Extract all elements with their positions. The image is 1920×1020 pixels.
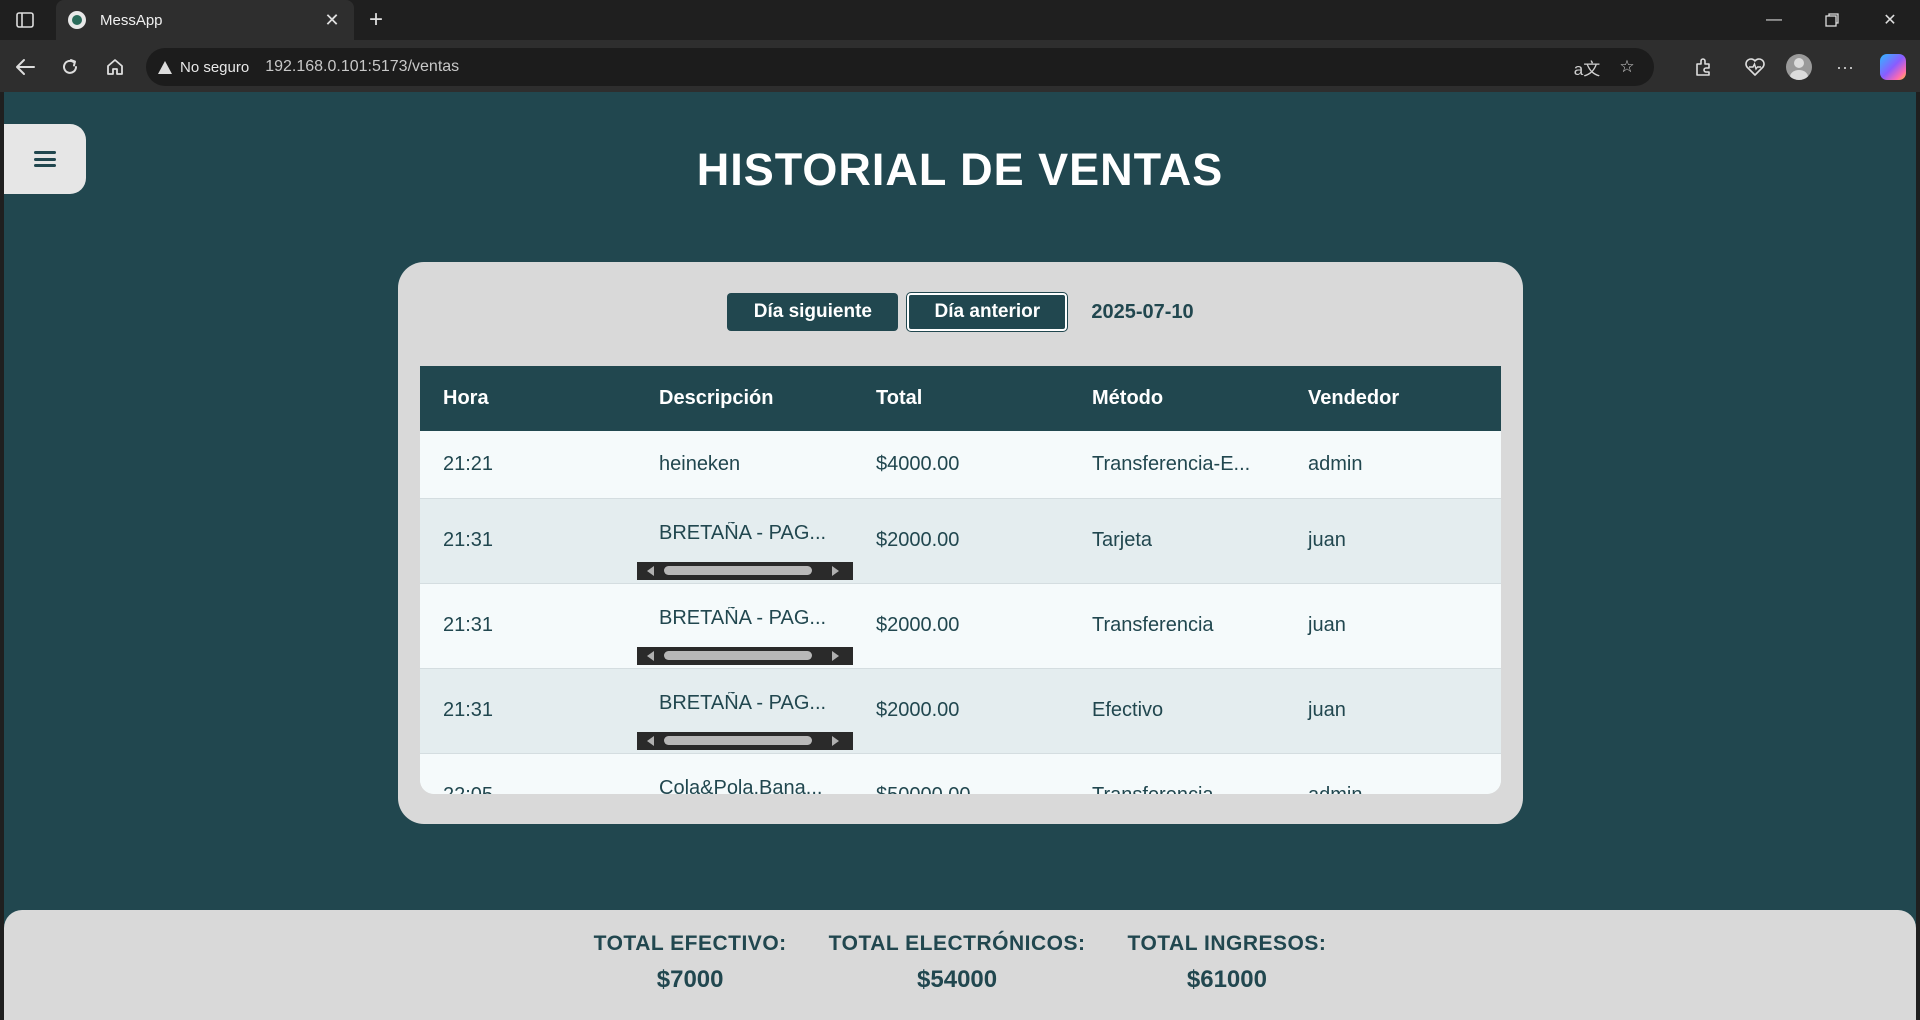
home-icon[interactable] — [98, 50, 132, 84]
column-header-hora: Hora — [420, 366, 636, 431]
table-row: 21:31 BRETAÑA - PAG... $2000.00 Efectivo… — [420, 668, 1501, 754]
tab-actions-icon[interactable] — [10, 8, 40, 32]
browser-tab-bar: MessApp ✕ + — ✕ — [0, 0, 1920, 40]
description-scrollbar[interactable] — [637, 646, 853, 665]
cell-descripcion: heineken — [636, 431, 853, 499]
cell-metodo: Transferencia — [1069, 753, 1285, 794]
total-electronicos-label: TOTAL ELECTRÓNICOS: — [828, 932, 1086, 955]
cell-hora: 22:05 — [420, 753, 636, 794]
cell-total: $50000.00 — [853, 753, 1069, 794]
cell-total: $2000.00 — [853, 668, 1069, 754]
scroll-left-arrow-icon[interactable] — [647, 565, 654, 576]
url-text: 192.168.0.101:5173/ventas — [265, 58, 460, 75]
sales-table-container[interactable]: Hora Descripción Total Método Vendedor 2… — [420, 366, 1501, 794]
description-text: BRETAÑA - PAG... — [659, 522, 827, 544]
cell-hora: 21:31 — [420, 498, 636, 584]
translate-icon[interactable]: a文 — [1572, 52, 1602, 82]
copilot-icon[interactable] — [1876, 50, 1910, 84]
totals-summary: TOTAL EFECTIVO: $7000 TOTAL ELECTRÓNICOS… — [4, 932, 1916, 994]
column-header-metodo: Método — [1069, 366, 1285, 431]
browser-tab[interactable]: MessApp ✕ — [56, 0, 354, 40]
next-day-button[interactable]: Día siguiente — [727, 293, 899, 331]
description-text: BRETAÑA - PAG... — [659, 692, 827, 714]
sales-table: Hora Descripción Total Método Vendedor 2… — [420, 366, 1501, 794]
current-date: 2025-07-10 — [1091, 300, 1194, 323]
scroll-right-arrow-icon[interactable] — [832, 565, 839, 576]
cell-hora: 21:31 — [420, 668, 636, 754]
back-icon[interactable] — [8, 50, 42, 84]
table-row: 21:21 heineken $4000.00 Transferencia-E.… — [420, 431, 1501, 499]
total-efectivo-label: TOTAL EFECTIVO: — [593, 932, 787, 955]
cell-hora: 21:21 — [420, 431, 636, 499]
sales-card: Día siguiente Día anterior 2025-07-10 Ho… — [398, 262, 1523, 824]
tab-favicon-icon — [68, 11, 86, 29]
totals-footer: TOTAL EFECTIVO: $7000 TOTAL ELECTRÓNICOS… — [4, 910, 1916, 1020]
column-header-descripcion: Descripción — [636, 366, 853, 431]
table-row: 21:31 BRETAÑA - PAG... $2000.00 Transfer… — [420, 583, 1501, 669]
total-electronicos-value: $54000 — [917, 966, 998, 993]
scroll-thumb[interactable] — [664, 736, 812, 745]
cell-total: $2000.00 — [853, 498, 1069, 584]
security-label: No seguro — [180, 58, 250, 76]
page-viewport: HISTORIAL DE VENTAS Día siguiente Día an… — [4, 92, 1916, 1020]
cell-hora: 21:31 — [420, 583, 636, 669]
cell-vendedor: admin — [1285, 431, 1501, 499]
total-ingresos-value: $61000 — [1186, 966, 1267, 993]
minimize-icon[interactable]: — — [1750, 4, 1798, 36]
cell-metodo: Transferencia — [1069, 583, 1285, 669]
table-row: 21:31 BRETAÑA - PAG... $2000.00 Tarjeta … — [420, 498, 1501, 584]
table-header-row: Hora Descripción Total Método Vendedor — [420, 366, 1501, 431]
browser-toolbar: No seguro 192.168.0.101:5173/ventas a文 ☆… — [0, 40, 1920, 92]
total-efectivo-value: $7000 — [656, 966, 724, 993]
warning-icon — [158, 60, 172, 74]
tab-close-icon[interactable]: ✕ — [322, 10, 342, 31]
cell-vendedor: juan — [1285, 583, 1501, 669]
cell-metodo: Tarjeta — [1069, 498, 1285, 584]
description-scrollbar[interactable] — [637, 731, 853, 750]
restore-icon[interactable] — [1808, 4, 1856, 36]
total-ingresos-label: TOTAL INGRESOS: — [1127, 932, 1327, 955]
cell-metodo: Efectivo — [1069, 668, 1285, 754]
cell-total: $4000.00 — [853, 431, 1069, 499]
cell-descripcion: BRETAÑA - PAG... — [636, 583, 853, 669]
cell-descripcion: BRETAÑA - PAG... — [636, 498, 853, 584]
close-window-icon[interactable]: ✕ — [1866, 4, 1914, 36]
cell-vendedor: juan — [1285, 498, 1501, 584]
tab-title: MessApp — [100, 11, 163, 29]
total-ingresos: TOTAL INGRESOS: $61000 — [1128, 932, 1327, 994]
new-tab-icon[interactable]: + — [362, 6, 390, 34]
scroll-right-arrow-icon[interactable] — [832, 650, 839, 661]
scroll-left-arrow-icon[interactable] — [647, 735, 654, 746]
column-header-total: Total — [853, 366, 1069, 431]
cell-metodo: Transferencia-E... — [1069, 431, 1285, 499]
cell-total: $2000.00 — [853, 583, 1069, 669]
description-text: BRETAÑA - PAG... — [659, 607, 827, 629]
scroll-thumb[interactable] — [664, 566, 812, 575]
cell-descripcion: BRETAÑA - PAG... — [636, 668, 853, 754]
scroll-thumb[interactable] — [664, 651, 812, 660]
description-text: heineken — [659, 452, 741, 475]
extensions-icon[interactable] — [1686, 50, 1720, 84]
total-efectivo: TOTAL EFECTIVO: $7000 — [594, 932, 787, 994]
previous-day-button[interactable]: Día anterior — [906, 292, 1069, 332]
table-row: 22:05 Cola&Pola,Bana... $50000.00 Transf… — [420, 753, 1501, 794]
total-electronicos: TOTAL ELECTRÓNICOS: $54000 — [829, 932, 1086, 994]
column-header-vendedor: Vendedor — [1285, 366, 1501, 431]
browser-essentials-icon[interactable] — [1738, 50, 1772, 84]
more-options-icon[interactable]: ··· — [1828, 50, 1862, 84]
address-bar[interactable]: No seguro 192.168.0.101:5173/ventas a文 ☆ — [146, 48, 1654, 86]
scroll-left-arrow-icon[interactable] — [647, 650, 654, 661]
cell-descripcion: Cola&Pola,Bana... — [636, 753, 853, 794]
day-controls: Día siguiente Día anterior 2025-07-10 — [398, 292, 1523, 332]
reload-icon[interactable] — [53, 50, 87, 84]
favorite-star-icon[interactable]: ☆ — [1612, 52, 1642, 82]
cell-vendedor: admin — [1285, 753, 1501, 794]
page-title: HISTORIAL DE VENTAS — [696, 144, 1224, 195]
cell-vendedor: juan — [1285, 668, 1501, 754]
scroll-right-arrow-icon[interactable] — [832, 735, 839, 746]
profile-avatar-icon[interactable] — [1782, 50, 1816, 84]
description-text: Cola&Pola,Bana... — [659, 777, 823, 794]
description-scrollbar[interactable] — [637, 561, 853, 580]
